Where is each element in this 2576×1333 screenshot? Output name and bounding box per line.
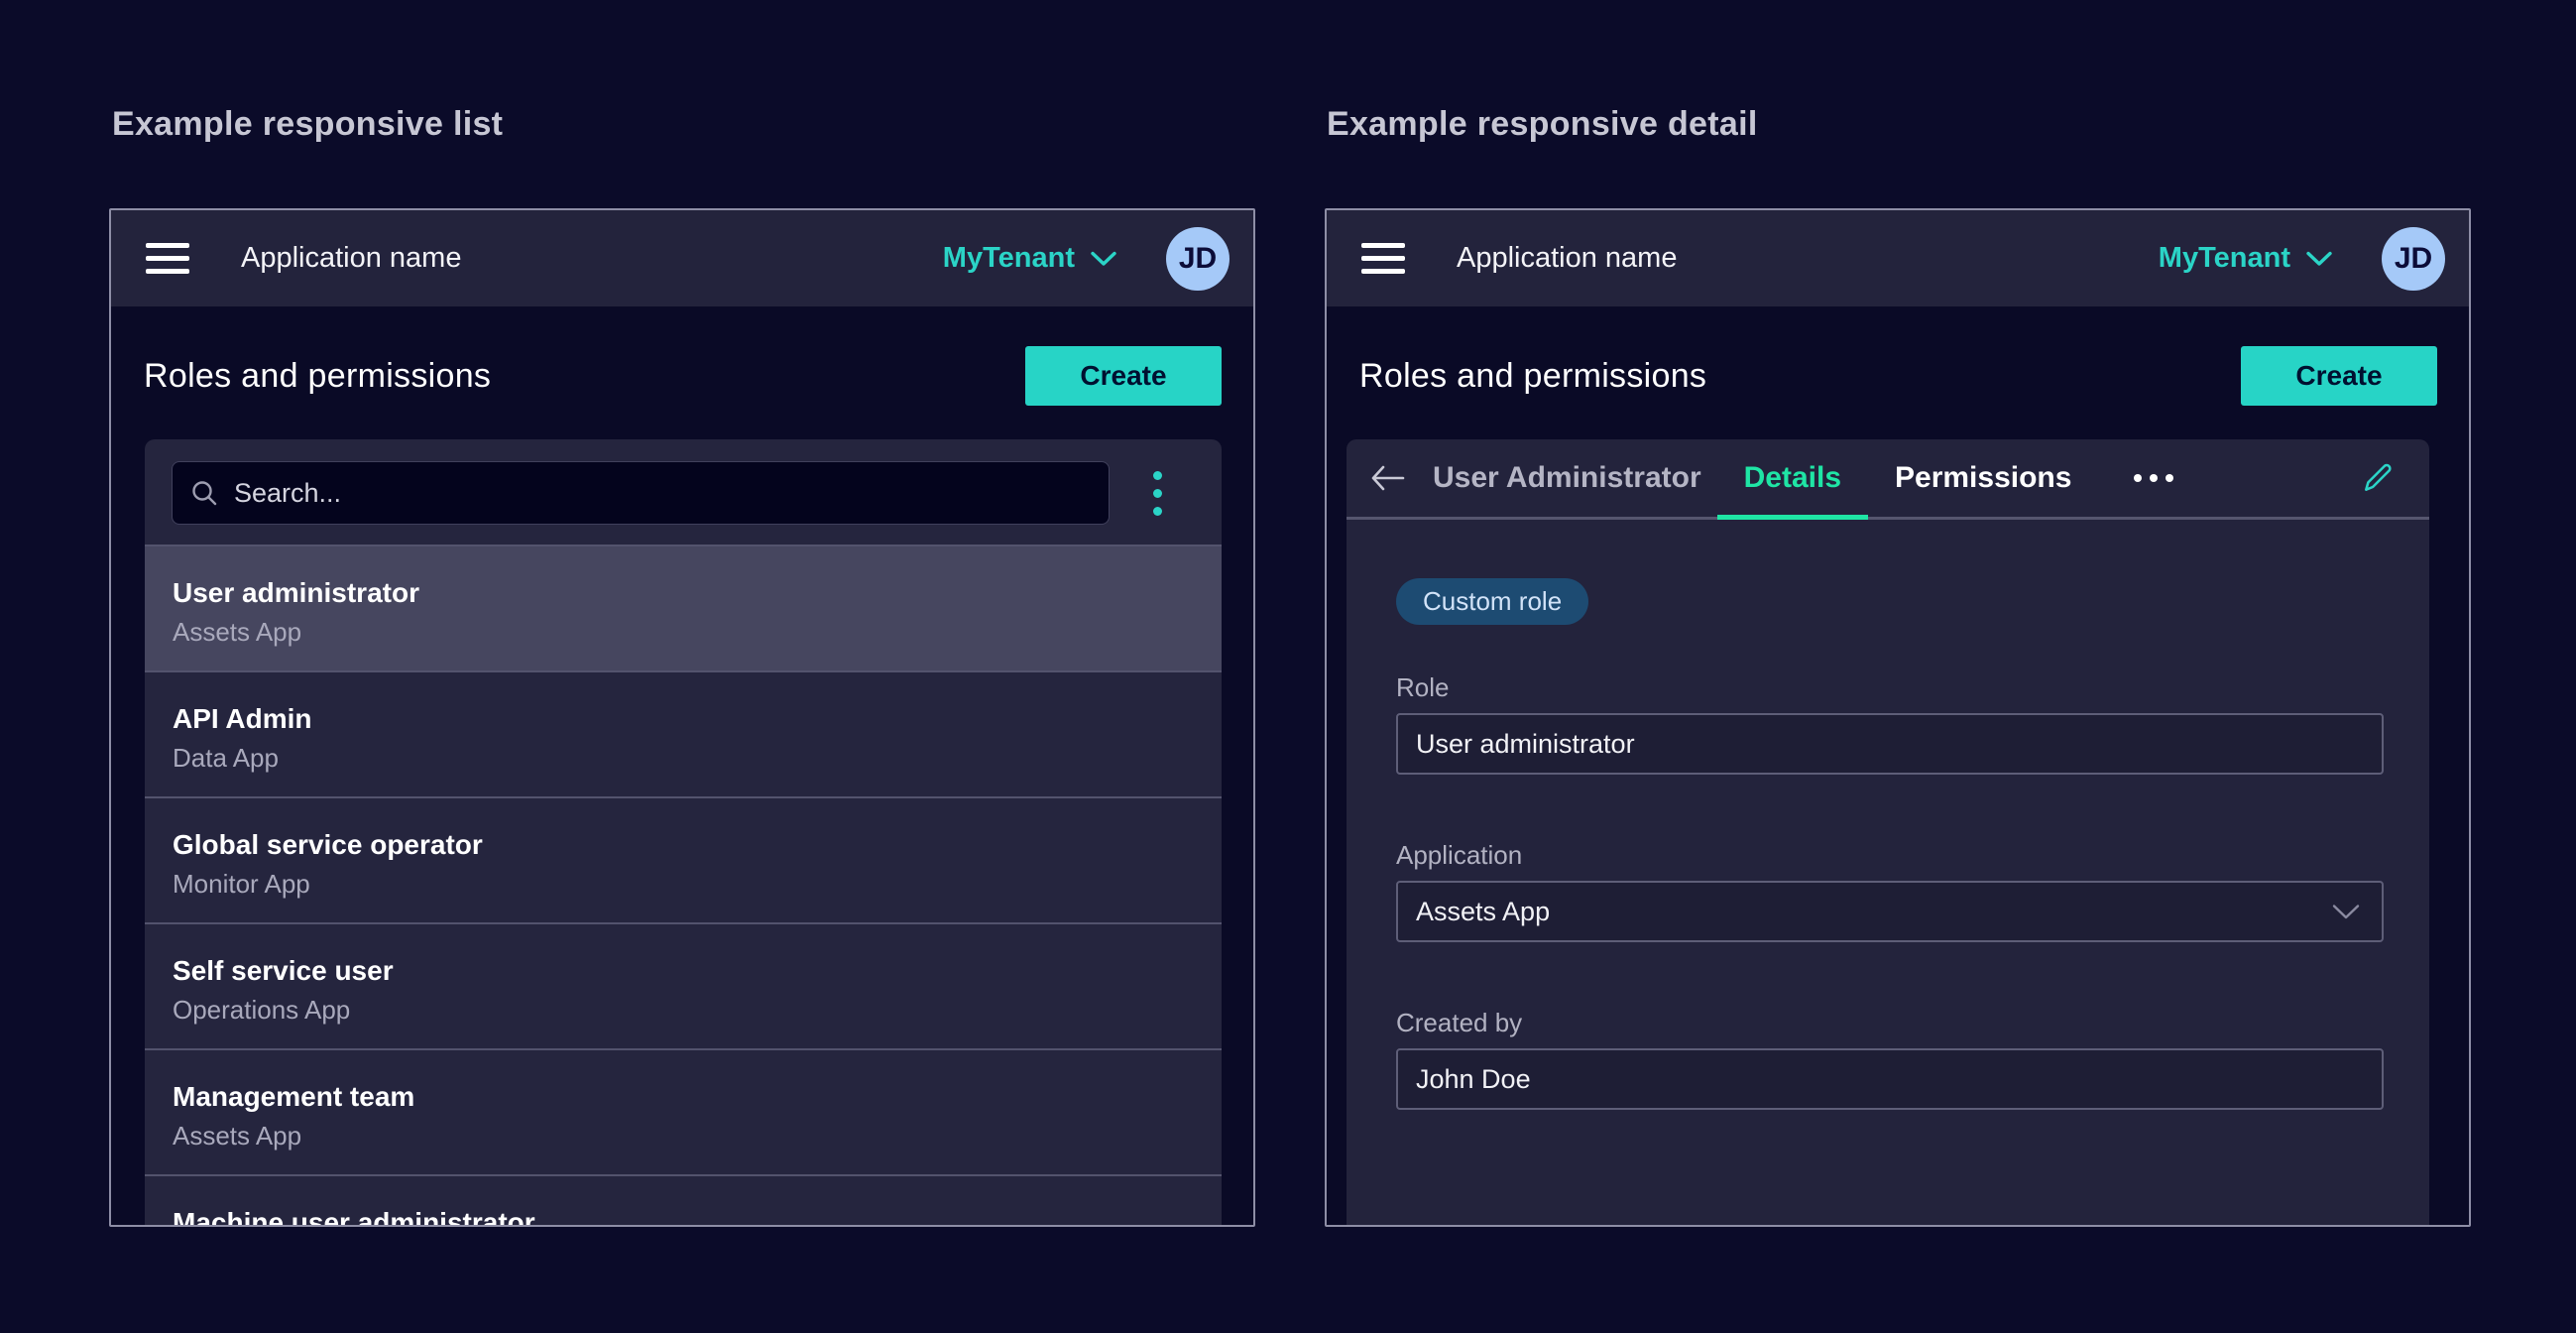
created-by-input[interactable] [1396, 1048, 2384, 1110]
role-list-item[interactable]: Global service operator Monitor App [145, 796, 1222, 922]
role-list-item[interactable]: Management team Assets App [145, 1048, 1222, 1174]
role-input[interactable] [1396, 713, 2384, 775]
role-detail-panel: User Administrator Details Permissions C… [1347, 439, 2429, 1225]
chevron-down-icon [1091, 251, 1116, 267]
role-name: User administrator [173, 577, 1194, 608]
role-list-item[interactable]: Self service user Operations App [145, 922, 1222, 1048]
tenant-switcher[interactable]: MyTenant [943, 242, 1116, 275]
tenant-name: MyTenant [2159, 242, 2290, 275]
role-name: Global service operator [173, 829, 1194, 860]
list-screen-card: Application name MyTenant JD Roles and p… [109, 208, 1255, 1227]
application-select[interactable]: Assets App [1396, 881, 2384, 942]
role-field: Role [1396, 672, 2384, 775]
menu-icon[interactable] [1361, 243, 1405, 274]
list-screen-body: Roles and permissions Create User admini… [111, 306, 1253, 1225]
custom-role-badge: Custom role [1396, 578, 1588, 625]
tab-permissions[interactable]: Permissions [1868, 439, 2098, 517]
arrow-left-icon [1369, 464, 1407, 492]
role-name: Management team [173, 1081, 1194, 1112]
tenant-switcher[interactable]: MyTenant [2159, 242, 2332, 275]
section-title-list: Example responsive list [112, 105, 503, 144]
create-button[interactable]: Create [2241, 346, 2437, 406]
pencil-icon [2360, 460, 2396, 496]
app-title: Application name [1457, 242, 1677, 275]
tab-details[interactable]: Details [1717, 439, 1868, 517]
role-list-item[interactable]: API Admin Data App [145, 670, 1222, 796]
avatar[interactable]: JD [2382, 227, 2445, 291]
roles-list: User administrator Assets App API Admin … [145, 545, 1222, 1227]
back-button[interactable] [1369, 464, 1407, 492]
role-list-item[interactable]: Machine user administrator [145, 1174, 1222, 1227]
app-header: Application name MyTenant JD [1327, 210, 2469, 306]
edit-button[interactable] [2360, 460, 2396, 496]
role-app: Assets App [173, 617, 1194, 647]
page-title: Roles and permissions [1359, 357, 1706, 396]
detail-title: User Administrator [1433, 461, 1701, 495]
roles-list-panel: User administrator Assets App API Admin … [145, 439, 1222, 1227]
role-name: API Admin [173, 703, 1194, 734]
menu-icon[interactable] [146, 243, 189, 274]
role-app: Assets App [173, 1121, 1194, 1151]
created-by-field: Created by [1396, 1008, 2384, 1110]
chevron-down-icon [2332, 904, 2360, 920]
app-title: Application name [241, 242, 461, 275]
application-select-value: Assets App [1416, 897, 1550, 927]
role-name: Machine user administrator [173, 1207, 1194, 1227]
tenant-name: MyTenant [943, 242, 1075, 275]
detail-screen-body: Roles and permissions Create User Admini… [1327, 306, 2469, 1225]
application-field-label: Application [1396, 840, 2384, 870]
page-title: Roles and permissions [144, 357, 491, 396]
search-input[interactable] [234, 478, 1091, 509]
role-app: Monitor App [173, 869, 1194, 899]
avatar[interactable]: JD [1166, 227, 1229, 291]
chevron-down-icon [2306, 251, 2332, 267]
more-menu-icon[interactable] [2130, 464, 2177, 492]
detail-tab-bar: User Administrator Details Permissions [1347, 439, 2429, 520]
search-icon [190, 479, 218, 507]
created-by-field-label: Created by [1396, 1008, 2384, 1037]
detail-screen-card: Application name MyTenant JD Roles and p… [1325, 208, 2471, 1227]
detail-form: Custom role Role Application Assets App … [1347, 520, 2429, 1175]
app-header: Application name MyTenant JD [111, 210, 1253, 306]
role-app: Operations App [173, 995, 1194, 1025]
role-app: Data App [173, 743, 1194, 773]
role-list-item[interactable]: User administrator Assets App [145, 545, 1222, 670]
list-overflow-menu-icon[interactable] [1153, 471, 1162, 516]
section-title-detail: Example responsive detail [1327, 105, 1758, 144]
application-field: Application Assets App [1396, 840, 2384, 942]
search-input-wrapper [172, 461, 1110, 525]
create-button[interactable]: Create [1025, 346, 1222, 406]
role-field-label: Role [1396, 672, 2384, 702]
role-name: Self service user [173, 955, 1194, 986]
